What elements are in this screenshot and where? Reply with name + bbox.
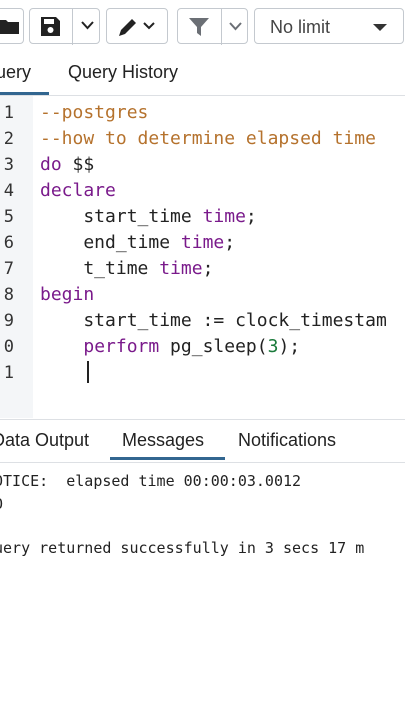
code-token: --postgres [40, 102, 149, 123]
tab-query-history[interactable]: Query History [68, 62, 178, 83]
code-token: t_time [40, 258, 160, 279]
code-token: ; [202, 258, 214, 279]
code-token: --how to determine elapsed time [40, 128, 376, 149]
code-line: end_time time; [40, 230, 235, 256]
message-query-result: uery returned successfully in 3 secs 17 … [0, 539, 365, 557]
line-number: 3 [3, 155, 14, 175]
code-token: ; [245, 206, 257, 227]
row-limit-value: No limit [270, 17, 331, 37]
code-token: time [180, 232, 225, 253]
code-token: do [40, 154, 62, 175]
code-line: --postgres [40, 100, 148, 126]
active-tab-indicator [110, 457, 225, 460]
code-line: start_time time; [40, 204, 257, 230]
editor-tabs: Query Query History [0, 54, 405, 96]
line-number: 9 [3, 311, 14, 331]
code-line: do $$ [40, 152, 94, 178]
code-token: ; [224, 232, 236, 253]
filter-icon[interactable] [189, 18, 209, 36]
code-token: time [202, 206, 246, 227]
code-token: time [159, 258, 203, 279]
message-notice: OTICE: elapsed time 00:00:03.0012 [0, 472, 302, 490]
code-line: t_time time; [40, 256, 213, 282]
tab-query[interactable]: Query [0, 62, 31, 83]
active-tab-indicator [0, 92, 49, 95]
code-token: pg_sleep( [159, 336, 268, 357]
code-token: begin [40, 284, 95, 305]
code-line: declare [40, 178, 116, 204]
code-token: $$ [61, 154, 95, 175]
results-tabs: Data Output Messages Notifications [0, 419, 405, 463]
query-toolbar: No limit [0, 0, 405, 54]
chevron-down-icon[interactable] [229, 22, 242, 31]
row-limit-select[interactable]: No limit [254, 8, 404, 44]
code-token: perform [83, 336, 160, 357]
line-number: 1 [3, 363, 14, 383]
line-number: 5 [3, 207, 14, 227]
message-do: O [0, 494, 3, 514]
caret-down-icon [373, 24, 387, 31]
open-file-button[interactable] [0, 8, 24, 44]
filter-button-group [177, 8, 248, 45]
code-line: perform pg_sleep(3); [40, 334, 300, 360]
code-line: start_time := clock_timestam [40, 308, 387, 334]
code-token: 3 [267, 336, 279, 357]
messages-panel: OTICE: elapsed time 00:00:03.0012 O uery… [0, 462, 405, 720]
code-line: begin [40, 282, 94, 308]
code-token: end_time [40, 232, 181, 253]
sql-editor[interactable]: 1 2 3 4 5 6 7 8 9 0 1 --postgres --how to determine… [0, 96, 405, 418]
pencil-icon [118, 17, 140, 37]
code-token: start_time [40, 206, 203, 227]
line-number-gutter: 1 2 3 4 5 6 7 8 9 0 1 [0, 96, 33, 418]
line-number: 8 [3, 285, 14, 305]
line-number: 1 [3, 103, 14, 123]
edit-button-group[interactable] [106, 8, 168, 44]
code-token: ); [278, 336, 301, 357]
chevron-down-icon[interactable] [81, 21, 94, 30]
line-number: 0 [3, 337, 14, 357]
line-number: 2 [3, 129, 14, 149]
line-number: 4 [3, 181, 14, 201]
code-token: start_time := clock_timestam [40, 310, 387, 331]
tab-data-output[interactable]: Data Output [0, 430, 89, 451]
code-token: declare [40, 180, 116, 201]
code-line: --how to determine elapsed time [40, 126, 376, 152]
folder-icon [0, 17, 19, 35]
line-number: 6 [3, 233, 14, 253]
text-cursor [87, 361, 89, 383]
tab-notifications[interactable]: Notifications [238, 430, 336, 451]
save-button-group [29, 8, 100, 45]
save-icon[interactable] [40, 16, 61, 37]
chevron-down-icon [143, 22, 155, 30]
line-number: 7 [3, 259, 14, 279]
tab-messages[interactable]: Messages [122, 430, 204, 451]
